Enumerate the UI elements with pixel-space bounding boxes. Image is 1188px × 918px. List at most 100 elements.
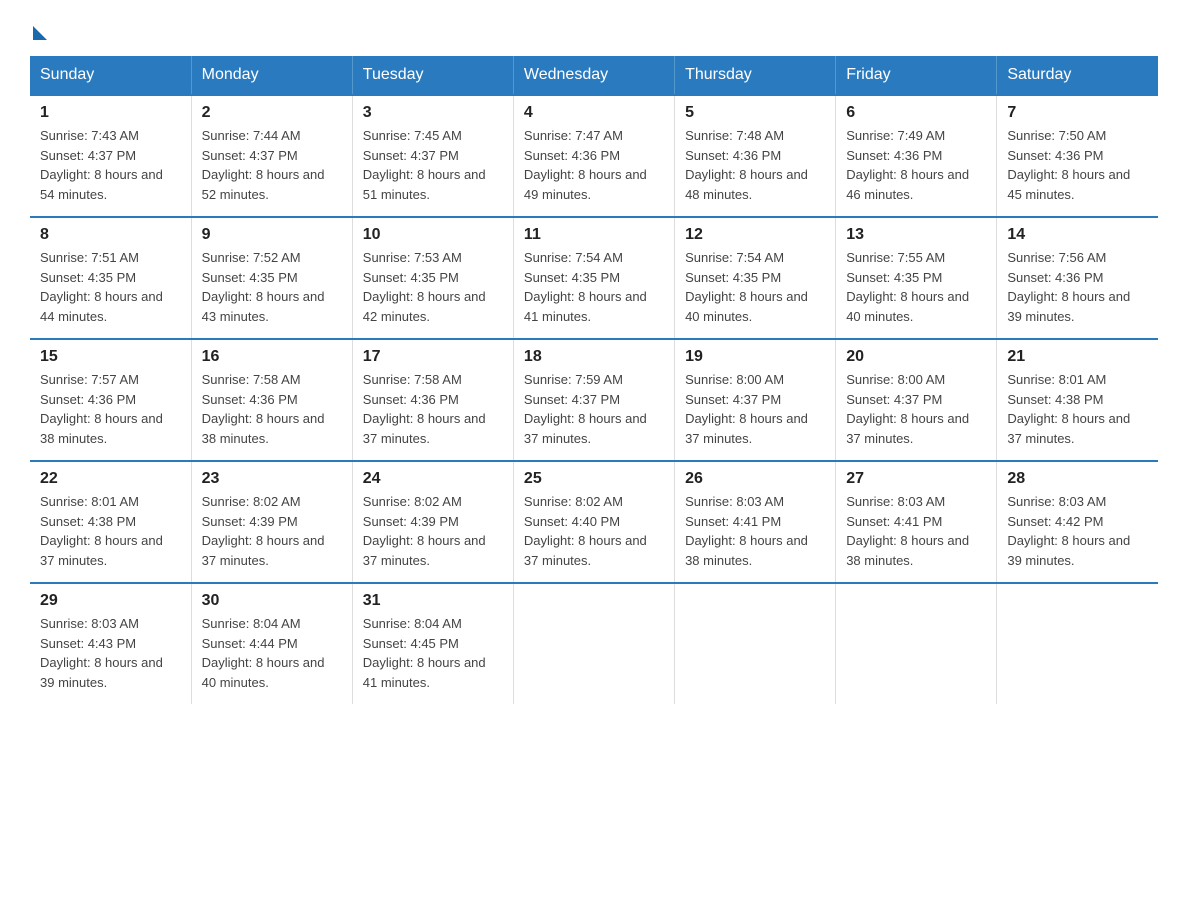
sunrise-label: Sunrise: 8:01 AM [40,494,139,509]
day-number: 22 [40,470,181,488]
calendar-day-cell: 23 Sunrise: 8:02 AM Sunset: 4:39 PM Dayl… [191,461,352,583]
page-header [30,20,1158,36]
day-number: 18 [524,348,664,366]
sunset-label: Sunset: 4:36 PM [524,148,620,163]
day-number: 9 [202,226,342,244]
day-number: 24 [363,470,503,488]
day-info: Sunrise: 7:56 AM Sunset: 4:36 PM Dayligh… [1007,248,1148,326]
daylight-label: Daylight: 8 hours and 38 minutes. [846,533,969,568]
day-of-week-header: Wednesday [513,56,674,95]
day-number: 30 [202,592,342,610]
sunrise-label: Sunrise: 7:55 AM [846,250,945,265]
day-info: Sunrise: 8:03 AM Sunset: 4:41 PM Dayligh… [846,492,986,570]
daylight-label: Daylight: 8 hours and 54 minutes. [40,167,163,202]
day-info: Sunrise: 7:47 AM Sunset: 4:36 PM Dayligh… [524,126,664,204]
calendar-day-cell: 25 Sunrise: 8:02 AM Sunset: 4:40 PM Dayl… [513,461,674,583]
calendar-day-cell: 6 Sunrise: 7:49 AM Sunset: 4:36 PM Dayli… [836,95,997,217]
calendar-day-cell: 31 Sunrise: 8:04 AM Sunset: 4:45 PM Dayl… [352,583,513,704]
daylight-label: Daylight: 8 hours and 42 minutes. [363,289,486,324]
day-info: Sunrise: 8:03 AM Sunset: 4:41 PM Dayligh… [685,492,825,570]
daylight-label: Daylight: 8 hours and 41 minutes. [524,289,647,324]
sunset-label: Sunset: 4:36 PM [202,392,298,407]
calendar-day-cell: 2 Sunrise: 7:44 AM Sunset: 4:37 PM Dayli… [191,95,352,217]
sunrise-label: Sunrise: 8:02 AM [202,494,301,509]
sunset-label: Sunset: 4:36 PM [40,392,136,407]
sunrise-label: Sunrise: 7:57 AM [40,372,139,387]
day-info: Sunrise: 7:52 AM Sunset: 4:35 PM Dayligh… [202,248,342,326]
sunrise-label: Sunrise: 7:49 AM [846,128,945,143]
sunrise-label: Sunrise: 7:51 AM [40,250,139,265]
calendar-day-cell: 15 Sunrise: 7:57 AM Sunset: 4:36 PM Dayl… [30,339,191,461]
calendar-day-cell: 12 Sunrise: 7:54 AM Sunset: 4:35 PM Dayl… [675,217,836,339]
daylight-label: Daylight: 8 hours and 39 minutes. [1007,533,1130,568]
day-number: 7 [1007,104,1148,122]
day-number: 10 [363,226,503,244]
sunrise-label: Sunrise: 8:03 AM [40,616,139,631]
daylight-label: Daylight: 8 hours and 43 minutes. [202,289,325,324]
calendar-day-cell [513,583,674,704]
daylight-label: Daylight: 8 hours and 38 minutes. [685,533,808,568]
day-number: 5 [685,104,825,122]
daylight-label: Daylight: 8 hours and 38 minutes. [40,411,163,446]
calendar-day-cell: 30 Sunrise: 8:04 AM Sunset: 4:44 PM Dayl… [191,583,352,704]
day-of-week-header: Sunday [30,56,191,95]
day-number: 26 [685,470,825,488]
sunset-label: Sunset: 4:37 PM [685,392,781,407]
day-number: 25 [524,470,664,488]
calendar-day-cell: 4 Sunrise: 7:47 AM Sunset: 4:36 PM Dayli… [513,95,674,217]
day-number: 29 [40,592,181,610]
sunset-label: Sunset: 4:35 PM [685,270,781,285]
sunset-label: Sunset: 4:37 PM [202,148,298,163]
daylight-label: Daylight: 8 hours and 51 minutes. [363,167,486,202]
day-number: 31 [363,592,503,610]
sunset-label: Sunset: 4:37 PM [846,392,942,407]
sunrise-label: Sunrise: 7:59 AM [524,372,623,387]
calendar-day-cell: 28 Sunrise: 8:03 AM Sunset: 4:42 PM Dayl… [997,461,1158,583]
sunrise-label: Sunrise: 8:03 AM [846,494,945,509]
day-number: 4 [524,104,664,122]
sunset-label: Sunset: 4:38 PM [1007,392,1103,407]
day-info: Sunrise: 7:59 AM Sunset: 4:37 PM Dayligh… [524,370,664,448]
day-number: 27 [846,470,986,488]
day-info: Sunrise: 8:02 AM Sunset: 4:39 PM Dayligh… [363,492,503,570]
sunset-label: Sunset: 4:38 PM [40,514,136,529]
sunrise-label: Sunrise: 8:00 AM [846,372,945,387]
sunset-label: Sunset: 4:36 PM [363,392,459,407]
daylight-label: Daylight: 8 hours and 37 minutes. [846,411,969,446]
sunrise-label: Sunrise: 7:45 AM [363,128,462,143]
sunset-label: Sunset: 4:35 PM [363,270,459,285]
sunset-label: Sunset: 4:42 PM [1007,514,1103,529]
daylight-label: Daylight: 8 hours and 40 minutes. [685,289,808,324]
day-info: Sunrise: 7:55 AM Sunset: 4:35 PM Dayligh… [846,248,986,326]
day-number: 15 [40,348,181,366]
calendar-day-cell: 10 Sunrise: 7:53 AM Sunset: 4:35 PM Dayl… [352,217,513,339]
sunset-label: Sunset: 4:39 PM [202,514,298,529]
calendar-day-cell [997,583,1158,704]
calendar-day-cell: 22 Sunrise: 8:01 AM Sunset: 4:38 PM Dayl… [30,461,191,583]
daylight-label: Daylight: 8 hours and 41 minutes. [363,655,486,690]
day-info: Sunrise: 8:02 AM Sunset: 4:39 PM Dayligh… [202,492,342,570]
daylight-label: Daylight: 8 hours and 40 minutes. [846,289,969,324]
sunrise-label: Sunrise: 7:58 AM [363,372,462,387]
day-number: 12 [685,226,825,244]
sunset-label: Sunset: 4:36 PM [846,148,942,163]
sunrise-label: Sunrise: 8:02 AM [363,494,462,509]
day-number: 8 [40,226,181,244]
day-number: 11 [524,226,664,244]
daylight-label: Daylight: 8 hours and 37 minutes. [524,533,647,568]
sunset-label: Sunset: 4:36 PM [685,148,781,163]
day-number: 2 [202,104,342,122]
calendar-day-cell: 26 Sunrise: 8:03 AM Sunset: 4:41 PM Dayl… [675,461,836,583]
daylight-label: Daylight: 8 hours and 37 minutes. [40,533,163,568]
day-info: Sunrise: 8:00 AM Sunset: 4:37 PM Dayligh… [846,370,986,448]
day-of-week-header: Monday [191,56,352,95]
sunset-label: Sunset: 4:35 PM [40,270,136,285]
calendar-day-cell: 20 Sunrise: 8:00 AM Sunset: 4:37 PM Dayl… [836,339,997,461]
sunrise-label: Sunrise: 8:01 AM [1007,372,1106,387]
calendar-table: SundayMondayTuesdayWednesdayThursdayFrid… [30,56,1158,704]
daylight-label: Daylight: 8 hours and 46 minutes. [846,167,969,202]
day-number: 21 [1007,348,1148,366]
sunrise-label: Sunrise: 7:54 AM [685,250,784,265]
sunset-label: Sunset: 4:36 PM [1007,270,1103,285]
day-info: Sunrise: 8:01 AM Sunset: 4:38 PM Dayligh… [1007,370,1148,448]
